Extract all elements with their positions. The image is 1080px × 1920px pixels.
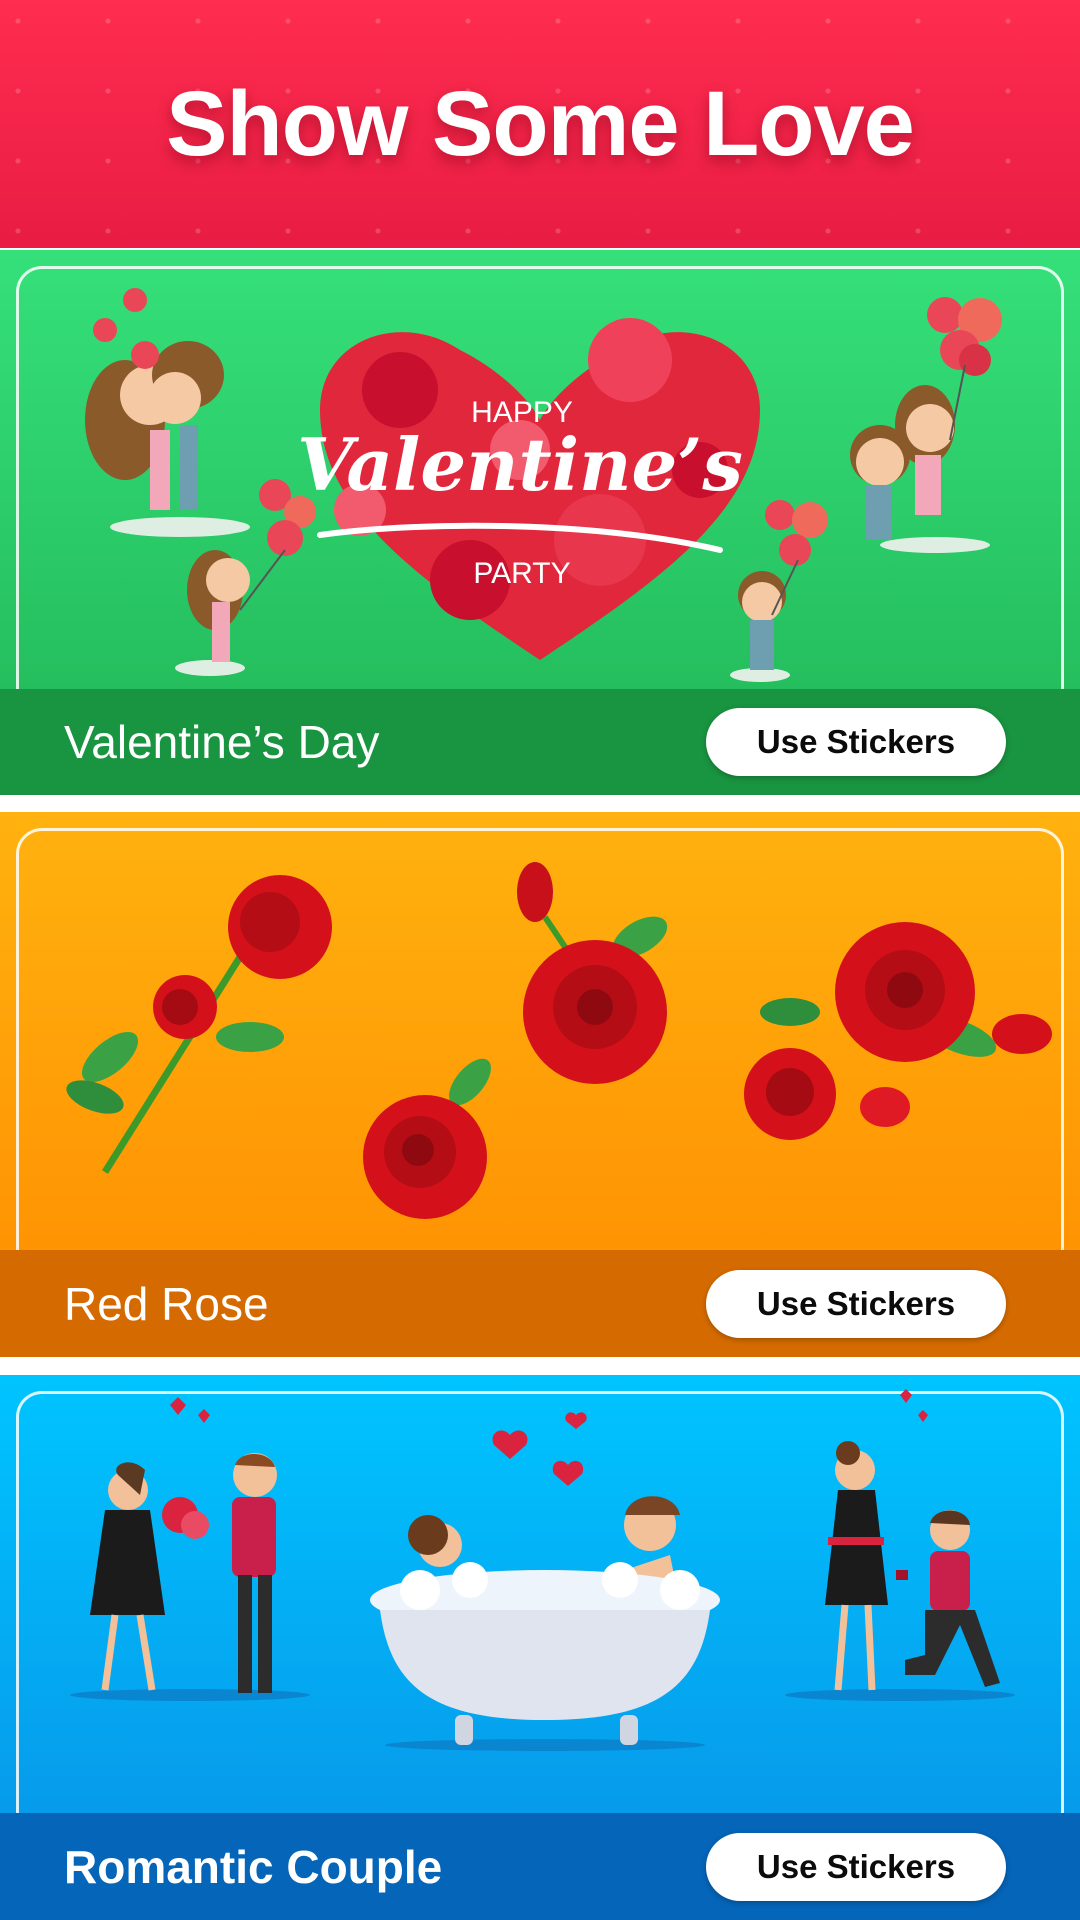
use-stickers-button-valentines-day[interactable]: Use Stickers	[706, 708, 1006, 776]
sticker-pack-card-romantic-couple[interactable]: Romantic Couple Use Stickers	[0, 1375, 1080, 1920]
couple-with-balloons-icon	[850, 297, 1002, 553]
art-valentines-text: Valentine’s	[297, 422, 743, 507]
valentines-sticker-preview: HAPPY Valentine’s PARTY	[0, 250, 1080, 690]
use-stickers-button-red-rose[interactable]: Use Stickers	[706, 1269, 1006, 1338]
card-footer-bar: Valentine’s Day Use Stickers	[0, 689, 1080, 795]
page-title: Show Some Love	[166, 73, 915, 175]
red-rose-sticker-preview	[0, 812, 1080, 1252]
rose-pair-with-petals-icon	[744, 922, 1052, 1140]
app-header: Show Some Love	[0, 0, 1080, 248]
card-footer-bar: Romantic Couple Use Stickers	[0, 1813, 1080, 1920]
card-title-red-rose: Red Rose	[64, 1277, 269, 1330]
sticker-pack-card-valentines-day[interactable]: HAPPY Valentine’s PARTY Valentine’s Day …	[0, 250, 1080, 795]
proposal-couple-icon	[785, 1389, 1015, 1701]
rose-with-bud-icon	[517, 862, 668, 1084]
sticker-pack-card-red-rose[interactable]: Red Rose Use Stickers	[0, 812, 1080, 1357]
card-title-valentines-day: Valentine’s Day	[64, 716, 380, 768]
long-stem-rose-icon	[66, 875, 332, 1174]
use-stickers-button-romantic-couple[interactable]: Use Stickers	[706, 1832, 1006, 1901]
card-footer-bar: Red Rose Use Stickers	[0, 1250, 1080, 1357]
art-party-text: PARTY	[473, 557, 570, 590]
boy-with-balloons-icon	[730, 500, 828, 682]
romantic-couple-sticker-preview	[0, 1375, 1080, 1815]
rose-bloom-icon	[363, 1058, 491, 1219]
card-title-romantic-couple: Romantic Couple	[64, 1840, 443, 1893]
bathtub-couple-icon	[370, 1412, 720, 1751]
kissing-couple-icon	[85, 341, 250, 537]
floating-hearts-icon	[93, 288, 159, 369]
couple-with-bouquet-icon	[70, 1397, 310, 1701]
